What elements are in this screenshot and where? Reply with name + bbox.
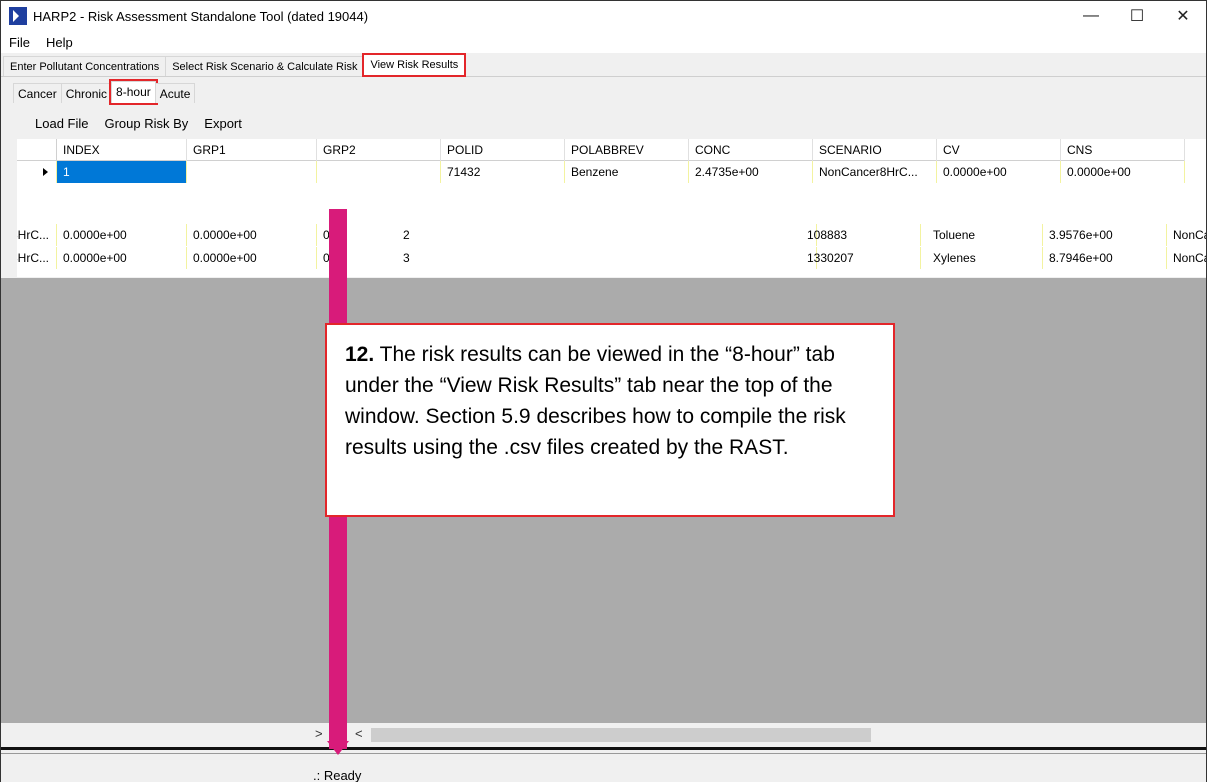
app-window: HARP2 - Risk Assessment Standalone Tool … — [0, 0, 1207, 782]
cell-scenario-fragment[interactable]: NonCan — [1167, 247, 1206, 269]
cell-scenario-fragment[interactable]: r8HrC... — [17, 247, 57, 269]
column-header-grp2[interactable]: GRP2 — [317, 139, 441, 161]
export-button[interactable]: Export — [196, 116, 250, 131]
tab-chronic[interactable]: Chronic — [60, 83, 113, 103]
cell-conc[interactable]: 8.7946e+00 — [1043, 247, 1167, 269]
column-header-cns[interactable]: CNS — [1061, 139, 1185, 161]
table-row[interactable]: r8HrC... 0.0000e+00 0.0000e+00 0 3 13302… — [17, 247, 1206, 269]
close-button[interactable]: ✕ — [1160, 1, 1206, 31]
menu-bar: File Help — [1, 31, 1206, 53]
cell-value[interactable]: 0.0000e+00 — [57, 224, 187, 246]
cell-index[interactable]: 2 — [397, 224, 817, 246]
menu-help[interactable]: Help — [38, 35, 81, 50]
table-row[interactable]: r8HrC... 0.0000e+00 0.0000e+00 0 2 10888… — [17, 224, 1206, 246]
divider — [1, 747, 1206, 750]
results-grid: INDEX GRP1 GRP2 POLID POLABBREV CONC SCE… — [17, 139, 1206, 277]
window-title: HARP2 - Risk Assessment Standalone Tool … — [33, 8, 369, 24]
instruction-callout: 12. The risk results can be viewed in th… — [325, 323, 895, 517]
cell-value[interactable]: 0.0000e+00 — [57, 247, 187, 269]
load-file-button[interactable]: Load File — [27, 116, 96, 131]
column-header-scenario[interactable]: SCENARIO — [813, 139, 937, 161]
tab-view-risk-results[interactable]: View Risk Results — [362, 53, 467, 77]
grid-header: INDEX GRP1 GRP2 POLID POLABBREV CONC SCE… — [17, 139, 1185, 161]
horizontal-scrollbar[interactable]: > < — [1, 723, 1206, 747]
risk-type-tab-strip: Cancer Chronic 8-hour Acute — [13, 79, 196, 105]
status-bar: .: Ready — [1, 753, 1206, 782]
scroll-left-arrow-icon[interactable]: < — [355, 726, 363, 741]
column-header-polabbrev[interactable]: POLABBREV — [565, 139, 689, 161]
callout-step-number: 12. — [345, 343, 375, 366]
cell-conc[interactable]: 2.4735e+00 — [689, 161, 813, 183]
cell-index[interactable]: 3 — [397, 247, 817, 269]
window-controls: — ☐ ✕ — [1068, 1, 1206, 31]
tab-acute[interactable]: Acute — [154, 83, 196, 103]
current-row-arrow-icon — [43, 168, 48, 176]
cell-scenario[interactable]: NonCancer8HrC... — [813, 161, 937, 183]
column-header-grp1[interactable]: GRP1 — [187, 139, 317, 161]
row-selector[interactable] — [17, 161, 57, 183]
main-tab-strip: Enter Pollutant Concentrations Select Ri… — [1, 53, 1206, 77]
cell-polid[interactable]: 71432 — [441, 161, 565, 183]
cell-index[interactable]: 1 — [57, 161, 187, 183]
table-row[interactable]: 1 71432 Benzene 2.4735e+00 NonCancer8HrC… — [17, 161, 1185, 183]
cell-polabbrev[interactable]: Benzene — [565, 161, 689, 183]
cell-polid[interactable]: 1330207 — [801, 247, 921, 269]
menu-file[interactable]: File — [1, 35, 38, 50]
cell-scenario-fragment[interactable]: r8HrC... — [17, 224, 57, 246]
annotation-arrow-head-icon — [327, 741, 349, 755]
status-text: .: Ready — [313, 768, 362, 782]
maximize-button[interactable]: ☐ — [1114, 1, 1160, 31]
callout-text: The risk results can be viewed in the “8… — [345, 343, 846, 459]
cell-polabbrev[interactable]: Xylenes — [927, 247, 1043, 269]
minimize-button[interactable]: — — [1068, 1, 1114, 31]
column-header-polid[interactable]: POLID — [441, 139, 565, 161]
title-bar: HARP2 - Risk Assessment Standalone Tool … — [1, 1, 1206, 31]
scroll-right-arrow-icon[interactable]: > — [315, 726, 323, 741]
group-risk-by-button[interactable]: Group Risk By — [96, 116, 196, 131]
cell-conc[interactable]: 3.9576e+00 — [1043, 224, 1167, 246]
cell-value[interactable]: 0.0000e+00 — [187, 224, 317, 246]
scrollbar-thumb[interactable] — [371, 728, 871, 742]
cell-grp1[interactable] — [187, 161, 317, 183]
row-header-corner — [17, 139, 57, 161]
toolbar: Load File Group Risk By Export — [27, 111, 250, 135]
cell-value[interactable]: 0.0000e+00 — [187, 247, 317, 269]
cell-polabbrev[interactable]: Toluene — [927, 224, 1043, 246]
column-header-cv[interactable]: CV — [937, 139, 1061, 161]
cell-polid[interactable]: 108883 — [801, 224, 921, 246]
tab-enter-pollutant-concentrations[interactable]: Enter Pollutant Concentrations — [3, 56, 167, 76]
column-header-index[interactable]: INDEX — [57, 139, 187, 161]
cell-scenario-fragment[interactable]: NonCan — [1167, 224, 1206, 246]
column-header-conc[interactable]: CONC — [689, 139, 813, 161]
tab-8-hour[interactable]: 8-hour — [109, 79, 158, 105]
cell-cns[interactable]: 0.0000e+00 — [1061, 161, 1185, 183]
app-icon — [9, 7, 27, 25]
cell-cv[interactable]: 0.0000e+00 — [937, 161, 1061, 183]
cell-grp2[interactable] — [317, 161, 441, 183]
tab-cancer[interactable]: Cancer — [13, 83, 62, 103]
tab-select-risk-scenario[interactable]: Select Risk Scenario & Calculate Risk — [165, 56, 365, 76]
